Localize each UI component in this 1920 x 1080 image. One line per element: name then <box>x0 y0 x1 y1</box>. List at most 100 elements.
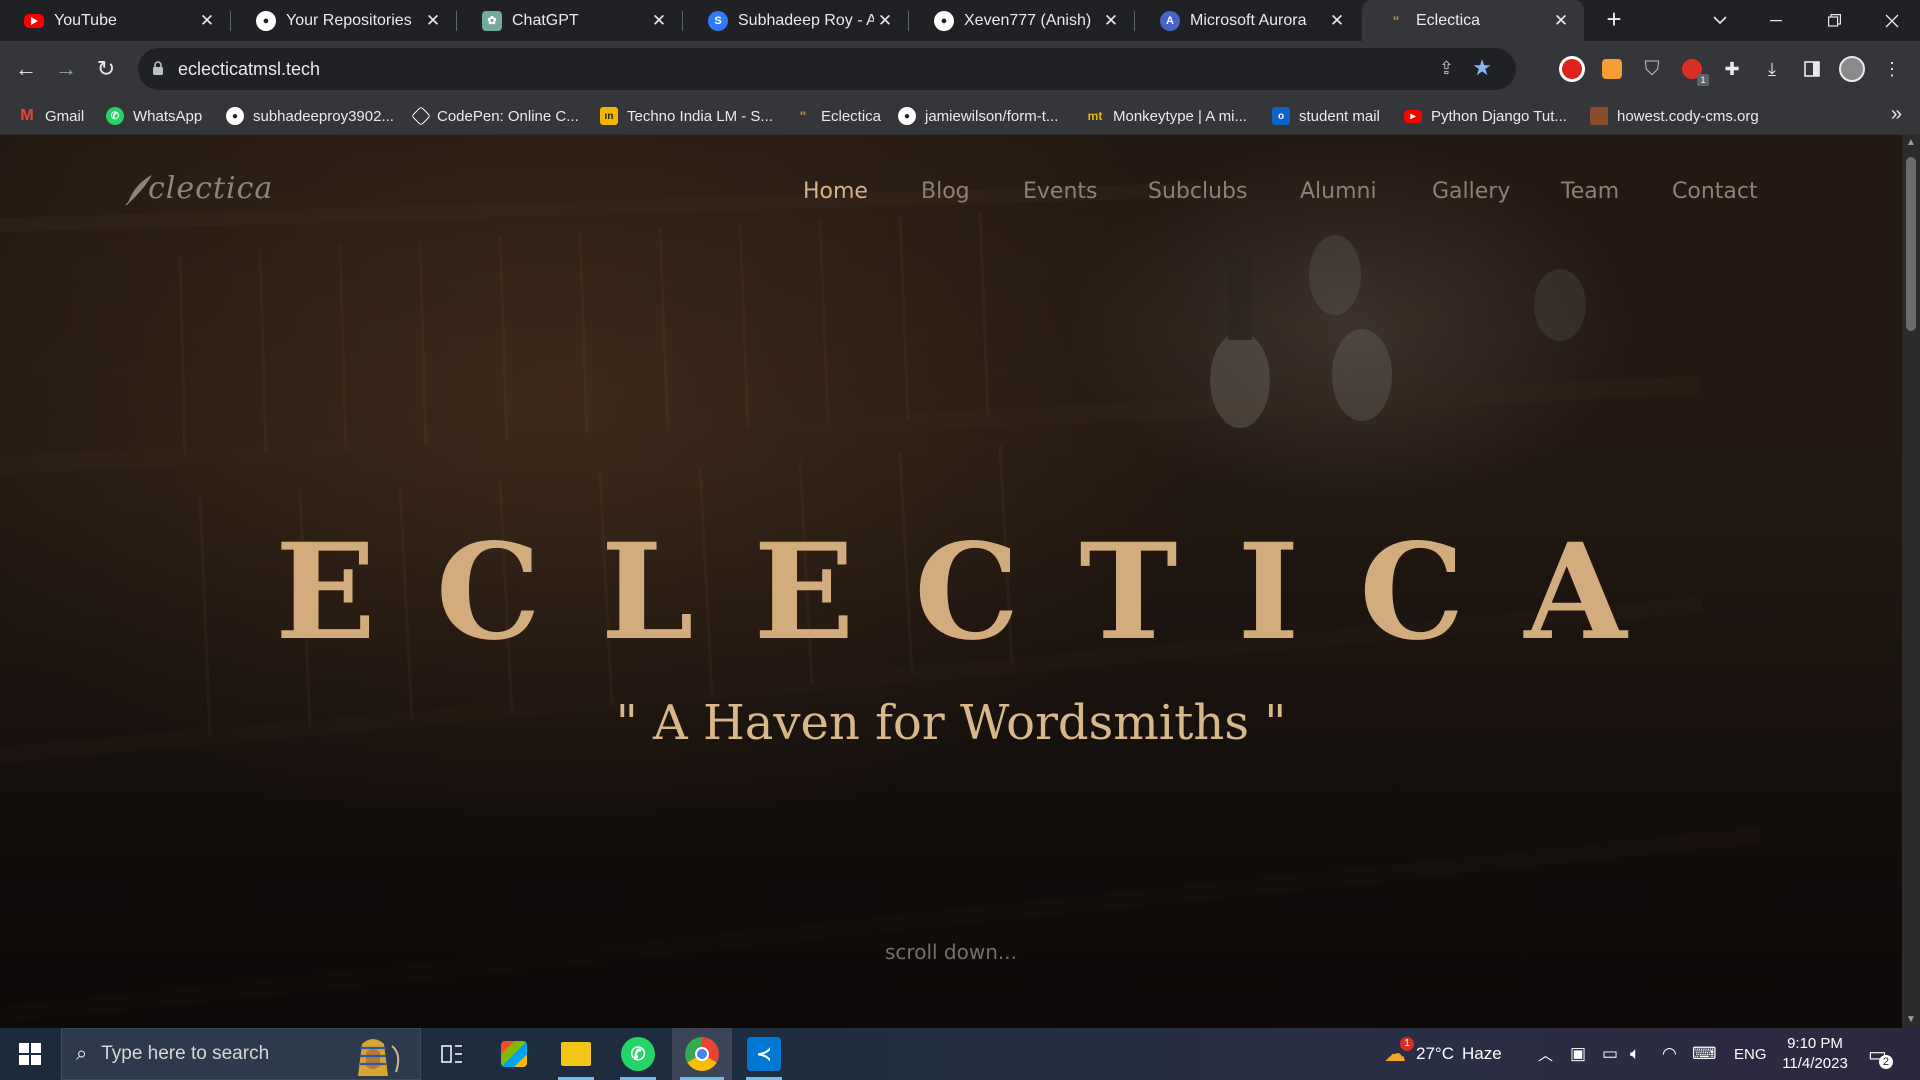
search-highlight-pharaoh-icon[interactable] <box>336 1032 410 1078</box>
shield-extension[interactable]: ⛉ <box>1638 55 1666 83</box>
scroll-up-arrow-icon[interactable]: ▲ <box>1902 135 1920 151</box>
meet-now-button[interactable]: ▣ <box>1570 1028 1586 1080</box>
weather-condition: Haze <box>1461 1044 1502 1063</box>
avatar <box>1839 56 1865 82</box>
lock-icon <box>153 61 163 75</box>
bookmarks-overflow-button[interactable]: » <box>1891 103 1902 126</box>
clock-time: 9:10 PM <box>1787 1035 1843 1052</box>
adobe-acrobat-extension[interactable] <box>1558 55 1586 83</box>
tab-microsoft-aurora[interactable]: A Microsoft Aurora ✕ <box>1136 0 1360 41</box>
taskbar-clock[interactable]: 9:10 PM 11/4/2023 <box>1760 1034 1870 1074</box>
whatsapp-icon: ✆ <box>621 1037 655 1071</box>
tab-youtube[interactable]: YouTube ✕ <box>0 0 230 41</box>
taskbar-chrome[interactable] <box>672 1028 732 1080</box>
close-icon[interactable]: ✕ <box>648 11 670 31</box>
tab-divider <box>682 11 683 31</box>
notification-count: 2 <box>1878 1054 1893 1069</box>
logo-text: clectica <box>148 171 274 206</box>
tab-eclectica[interactable]: " Eclectica ✕ <box>1362 0 1584 41</box>
weather-widget[interactable]: ☁ 1 27°C Haze <box>1384 1028 1502 1080</box>
new-tab-button[interactable]: + <box>1600 6 1628 34</box>
adobe-acrobat-icon <box>1559 56 1585 82</box>
nav-blog[interactable]: Blog <box>921 179 970 204</box>
reload-button[interactable]: ↻ <box>92 55 120 83</box>
arrow-left-icon: ← <box>15 56 37 81</box>
bookmark-student-mail[interactable]: o student mail <box>1272 104 1380 128</box>
nav-contact[interactable]: Contact <box>1672 179 1758 204</box>
whatsapp-icon: ✆ <box>106 107 124 125</box>
show-hidden-icons-button[interactable]: ︿ <box>1538 1028 1553 1080</box>
howest-icon <box>1590 107 1608 125</box>
taskbar-vscode[interactable]: ≺ <box>738 1028 790 1080</box>
bookmark-howest[interactable]: howest.cody-cms.org <box>1590 104 1759 128</box>
notifications-button[interactable]: ▭ 2 <box>1868 1028 1893 1080</box>
bookmark-github-subhadeeproy[interactable]: ● subhadeeproy3902... <box>226 104 394 128</box>
nav-subclubs[interactable]: Subclubs <box>1148 179 1247 204</box>
monitor-icon: ▣ <box>1570 1044 1587 1063</box>
tab-title: Microsoft Aurora <box>1190 11 1307 29</box>
touch-keyboard-button[interactable]: ⌨ <box>1692 1028 1717 1080</box>
close-icon[interactable]: ✕ <box>196 11 218 31</box>
bookmark-techno-india[interactable]: ın Techno India LM - S... <box>600 104 773 128</box>
restore-button[interactable] <box>1810 0 1858 41</box>
start-button[interactable] <box>0 1028 60 1080</box>
extensions-button[interactable]: ✚ <box>1718 55 1746 83</box>
bookmark-eclectica[interactable]: " Eclectica <box>794 104 881 128</box>
scroll-down-hint[interactable]: scroll down... <box>0 940 1902 964</box>
task-view-button[interactable] <box>428 1028 476 1080</box>
taskbar-whatsapp[interactable]: ✆ <box>612 1028 664 1080</box>
bookmark-star-icon[interactable]: ★ <box>1472 55 1492 81</box>
nav-home[interactable]: Home <box>803 179 868 204</box>
bookmark-codepen[interactable]: CodePen: Online C... <box>411 104 579 128</box>
battery-button[interactable]: ▭ <box>1602 1028 1618 1080</box>
extension-orange[interactable] <box>1598 55 1626 83</box>
tab-title: Xeven777 (Anish) <box>964 11 1092 29</box>
side-panel-button[interactable] <box>1798 55 1826 83</box>
taskbar-file-explorer[interactable] <box>550 1028 602 1080</box>
bookmark-python-django[interactable]: ▸ Python Django Tut... <box>1404 104 1567 128</box>
bookmark-monkeytype[interactable]: mt Monkeytype | A mi... <box>1086 104 1247 128</box>
bookmark-whatsapp[interactable]: ✆ WhatsApp <box>106 104 202 128</box>
address-bar[interactable]: eclecticatmsl.tech ⇪ ★ <box>138 48 1516 90</box>
arrow-right-icon: → <box>55 56 77 81</box>
profile-button[interactable] <box>1838 55 1866 83</box>
scrollbar-thumb[interactable] <box>1906 157 1916 331</box>
tab-title: YouTube <box>54 11 117 29</box>
scroll-down-arrow-icon[interactable]: ▼ <box>1902 1012 1920 1028</box>
bookmark-gmail[interactable]: M Gmail <box>18 104 84 128</box>
close-window-button[interactable] <box>1868 0 1916 41</box>
tab-search-button[interactable] <box>1696 0 1744 41</box>
task-view-icon <box>441 1045 462 1063</box>
close-icon[interactable]: ✕ <box>1550 11 1572 31</box>
network-button[interactable]: ◠ <box>1662 1028 1677 1080</box>
nav-events[interactable]: Events <box>1023 179 1098 204</box>
tab-your-repositories[interactable]: ● Your Repositories ✕ <box>232 0 456 41</box>
forward-button[interactable]: → <box>52 55 80 83</box>
tab-divider <box>230 11 231 31</box>
nav-team[interactable]: Team <box>1561 179 1619 204</box>
close-icon[interactable]: ✕ <box>1326 11 1348 31</box>
tab-xeven777[interactable]: ● Xeven777 (Anish) ✕ <box>910 0 1134 41</box>
tab-subhadeep-roy[interactable]: S Subhadeep Roy - A V ✕ <box>684 0 908 41</box>
close-icon[interactable]: ✕ <box>874 11 896 31</box>
close-icon[interactable]: ✕ <box>422 11 444 31</box>
page-scrollbar[interactable]: ▲ ▼ <box>1902 135 1920 1028</box>
file-explorer-icon <box>561 1042 591 1066</box>
back-button[interactable]: ← <box>12 55 40 83</box>
tab-chatgpt[interactable]: ✿ ChatGPT ✕ <box>458 0 682 41</box>
minimize-button[interactable] <box>1752 0 1800 41</box>
share-icon[interactable]: ⇪ <box>1439 58 1454 79</box>
taskbar-microsoft-store[interactable] <box>488 1028 540 1080</box>
menu-button[interactable]: ⋮ <box>1878 55 1906 83</box>
site-logo[interactable]: clectica <box>124 171 272 215</box>
close-icon[interactable]: ✕ <box>1100 11 1122 31</box>
nav-alumni[interactable]: Alumni <box>1300 179 1377 204</box>
red-extension[interactable]: 1 <box>1678 55 1709 86</box>
download-icon: ⤓ <box>1768 58 1776 79</box>
bookmark-github-jamiewilson[interactable]: ● jamiewilson/form-t... <box>898 104 1058 128</box>
downloads-button[interactable]: ⤓ <box>1758 55 1786 83</box>
volume-button[interactable]: 🔈︎ <box>1630 1028 1640 1080</box>
url-text[interactable]: eclecticatmsl.tech <box>178 59 320 80</box>
tab-divider <box>456 11 457 31</box>
nav-gallery[interactable]: Gallery <box>1432 179 1510 204</box>
